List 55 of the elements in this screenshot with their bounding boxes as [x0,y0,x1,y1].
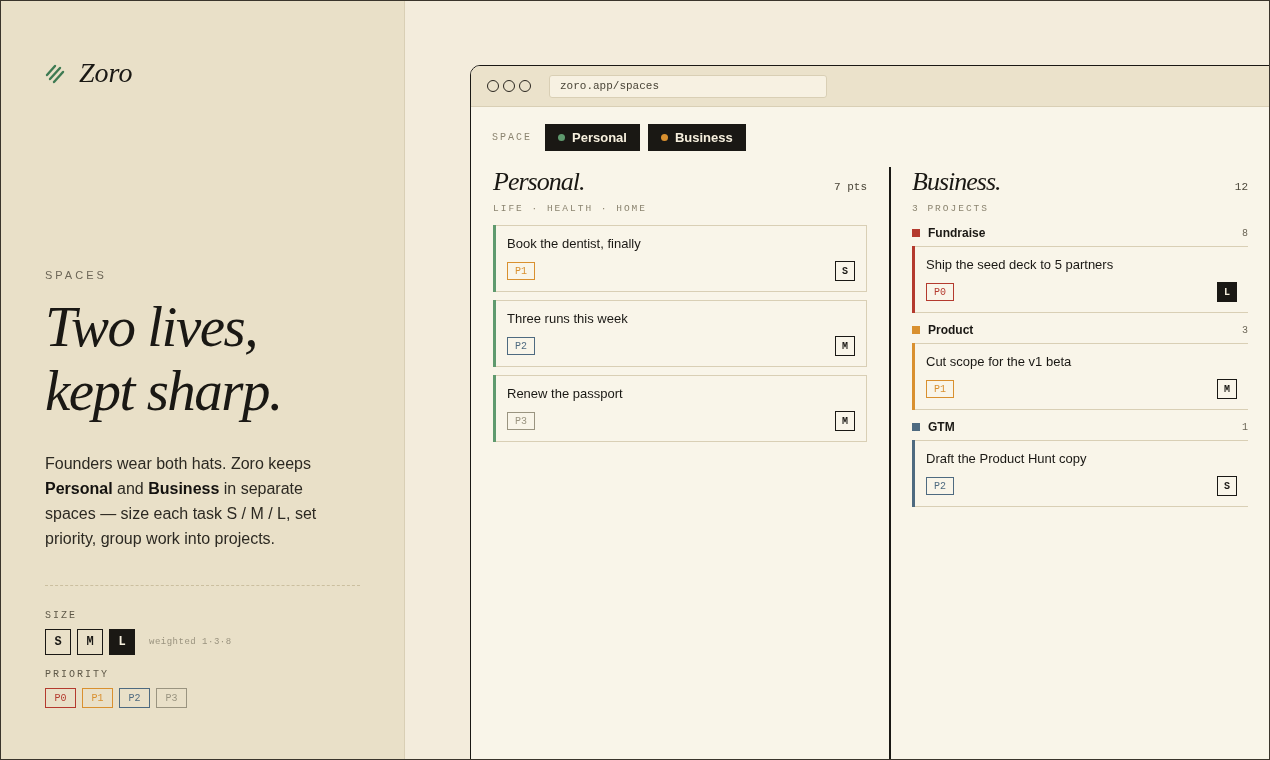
priority-tag: P3 [507,412,535,430]
section-eyebrow: SPACES [45,269,108,281]
priority-chip: P3 [156,688,187,708]
points-total: 12 [1234,181,1248,193]
task-card[interactable]: Book the dentist, finally P1 S [493,225,867,292]
priority-tag: P1 [507,262,535,280]
hero-description: Founders wear both hats. Zoro keeps Personal and Business in separate spaces — size each task S / M / L, set priority, group work into projects. [45,454,318,549]
priority-tag: P1 [926,380,954,398]
size-label: SIZE [45,610,78,621]
space-tab[interactable]: Personal [545,124,640,151]
priority-tag: P2 [507,337,535,355]
size-chip: S [45,629,71,655]
task-title: Draft the Product Hunt copy [926,451,1088,466]
project-count: 3 [1242,324,1248,336]
space-label: SPACE [492,132,532,143]
priority-chip: P1 [82,688,113,708]
logo-icon [45,62,67,84]
column-title: Business. [912,167,1001,197]
size-chip: L [109,629,135,655]
priority-tag: P0 [926,283,954,301]
priority-label: PRIORITY [45,669,110,680]
task-card[interactable]: Cut scope for the v1 beta P1 M [912,343,1248,410]
task-card[interactable]: Renew the passport P3 M [493,375,867,442]
task-title: Book the dentist, finally [507,236,642,251]
project-count: 1 [1242,421,1248,433]
task-title: Cut scope for the v1 beta [926,354,1073,369]
priority-chip: P2 [119,688,150,708]
project-count: 8 [1242,227,1248,239]
size-tag: M [835,336,855,356]
space-tab[interactable]: Business [647,124,746,151]
points-total: 7 pts [834,181,867,193]
project-name: Fundraise [928,226,986,240]
column-subtitle: LIFE · HEALTH · HOME [493,203,649,214]
column-title: Personal. [493,167,585,197]
task-card[interactable]: Ship the seed deck to 5 partners P0 L [912,246,1248,313]
priority-chip: P0 [45,688,76,708]
address-bar[interactable]: zoro.app/spaces [549,74,827,98]
size-tag: S [1217,476,1237,496]
project-name: GTM [928,420,955,434]
size-tag: L [1217,282,1237,302]
size-tag: M [1217,379,1237,399]
size-tag: M [835,411,855,431]
task-card[interactable]: Three runs this week P2 M [493,300,867,367]
project-name: Product [928,323,974,337]
priority-tag: P2 [926,477,954,495]
task-title: Ship the seed deck to 5 partners [926,257,1115,272]
column-subtitle: 3 PROJECTS [912,203,990,214]
size-chip: M [77,629,103,655]
size-weight-note: weighted 1·3·8 [149,637,232,647]
brand-name: Zoro [79,57,133,89]
task-title: Renew the passport [507,386,624,401]
hero-title: Two lives, kept sharp. [45,295,283,423]
task-title: Three runs this week [507,311,629,326]
size-tag: S [835,261,855,281]
task-card[interactable]: Draft the Product Hunt copy P2 S [912,440,1248,507]
